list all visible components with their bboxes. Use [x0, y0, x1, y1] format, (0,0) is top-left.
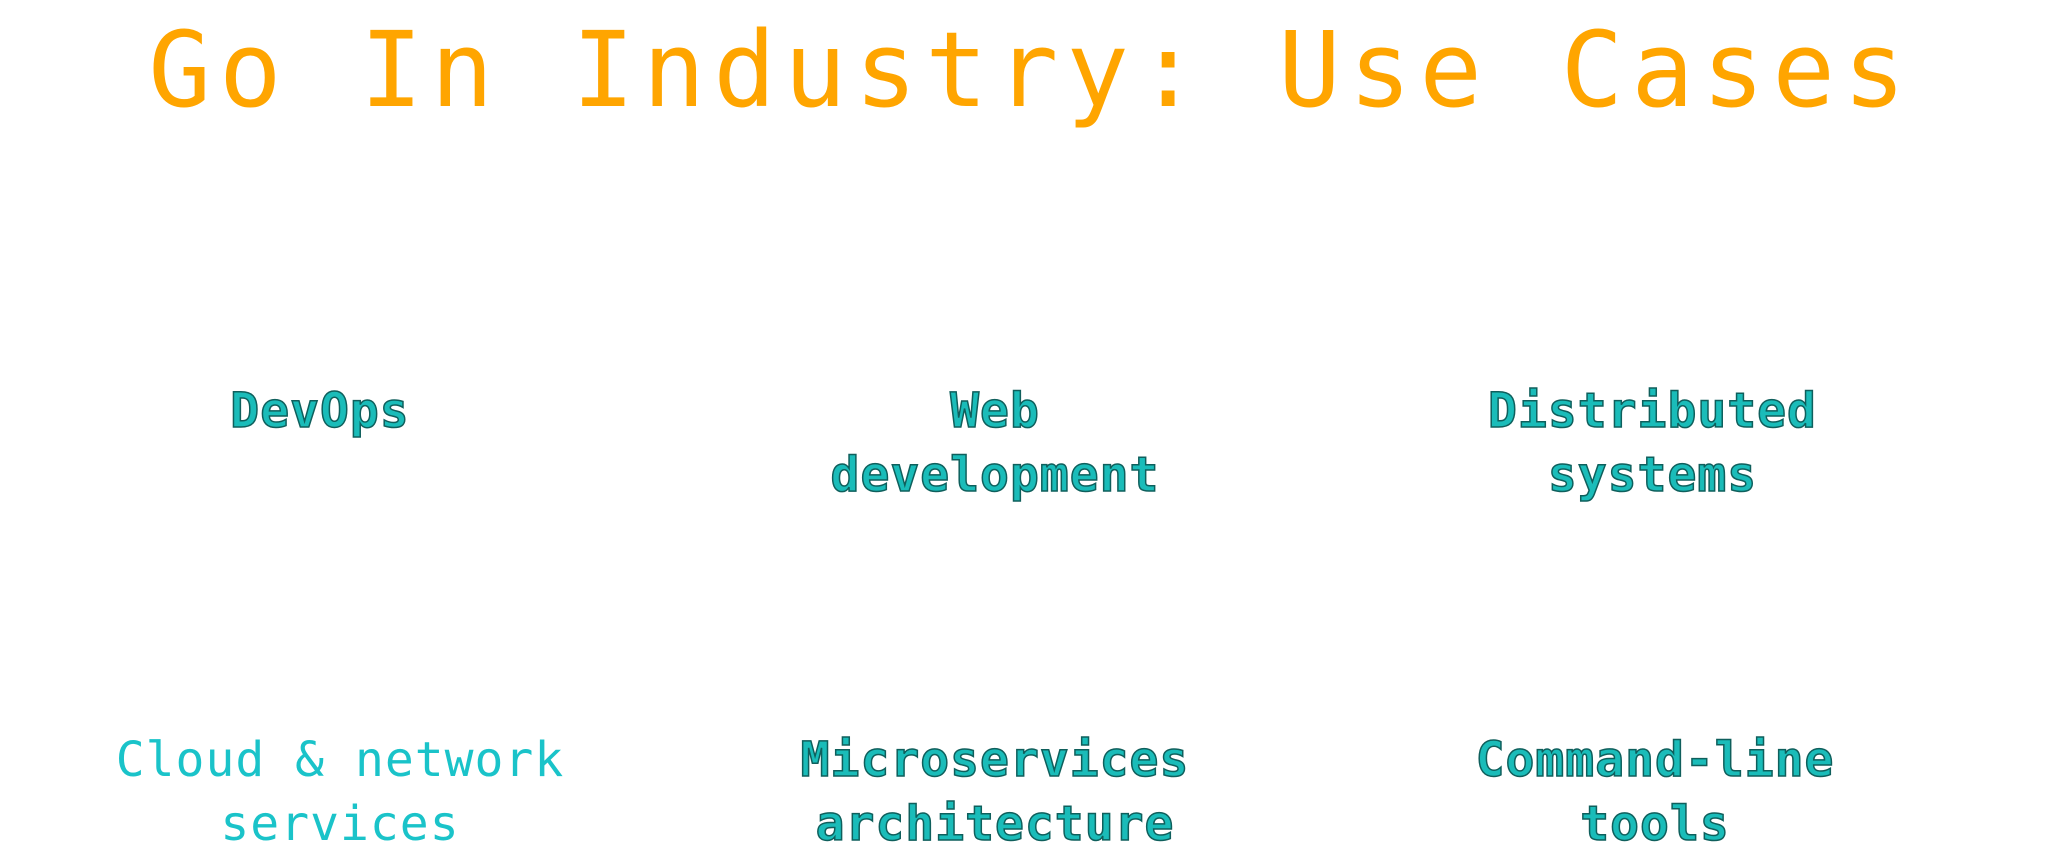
slide-title: Go In Industry: Use Cases — [148, 9, 1914, 131]
use-case-devops: DevOps — [230, 382, 410, 440]
use-case-web-development: Web development — [830, 382, 1160, 504]
use-case-command-line-tools: Command-line tools — [1475, 731, 1835, 853]
use-case-microservices-architecture: Microservices architecture — [800, 731, 1190, 853]
use-case-cloud-network-services: Cloud & network services — [115, 732, 565, 852]
use-case-distributed-systems: Distributed systems — [1487, 382, 1817, 504]
